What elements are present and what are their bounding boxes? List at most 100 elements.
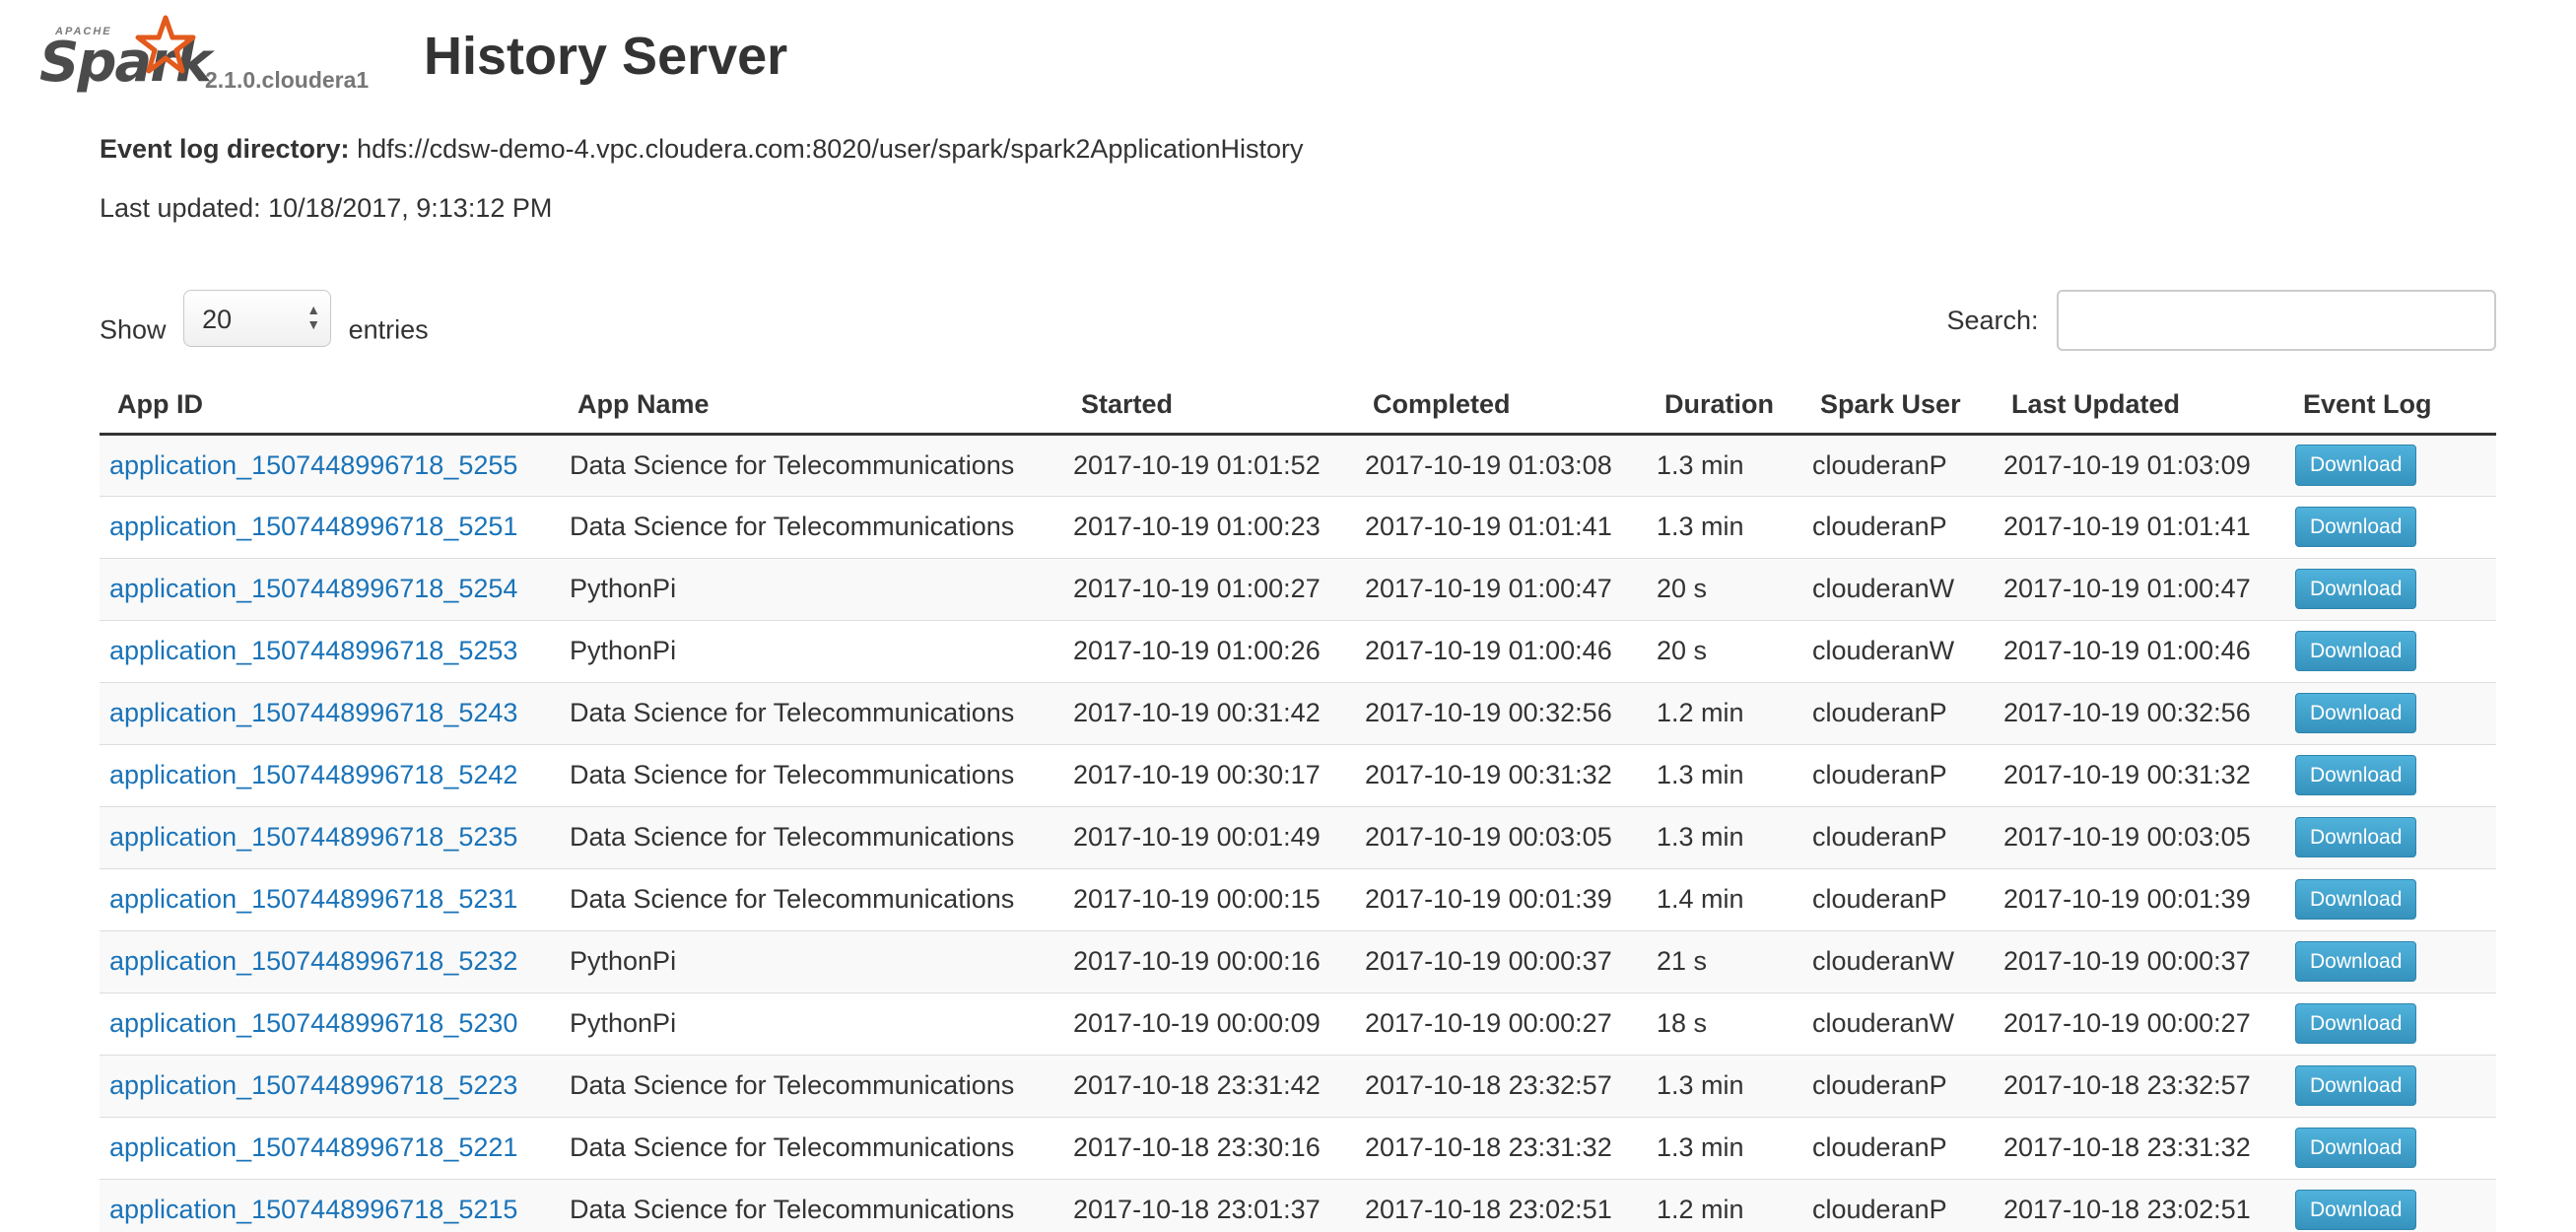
app-id-link[interactable]: application_1507448996718_5215	[109, 1195, 517, 1224]
column-header-event-log[interactable]: Event Log	[2285, 376, 2496, 436]
search-input[interactable]	[2057, 290, 2496, 351]
started-cell: 2017-10-19 00:00:16	[1063, 929, 1355, 992]
started-cell: 2017-10-19 00:00:15	[1063, 867, 1355, 930]
table-row: application_1507448996718_5242 Data Scien…	[100, 743, 2496, 806]
spark-user-cell: clouderanW	[1802, 619, 1994, 682]
download-button[interactable]: Download	[2295, 506, 2417, 548]
table-row: application_1507448996718_5255 Data Scien…	[100, 433, 2496, 496]
download-button[interactable]: Download	[2295, 878, 2417, 921]
download-button[interactable]: Download	[2295, 1127, 2417, 1169]
table-row: application_1507448996718_5223 Data Scien…	[100, 1054, 2496, 1117]
spark-logo[interactable]: APACHE Spark	[39, 14, 212, 103]
history-server-page: APACHE Spark 2.1.0.cloudera1 History Ser…	[0, 0, 2576, 1232]
spark-user-cell: clouderanP	[1802, 1054, 1994, 1117]
app-id-cell: application_1507448996718_5242	[100, 743, 560, 806]
event-log-directory: Event log directory: hdfs://cdsw-demo-4.…	[100, 134, 1304, 165]
duration-cell: 1.3 min	[1647, 495, 1802, 558]
app-id-link[interactable]: application_1507448996718_5255	[109, 450, 517, 480]
app-id-cell: application_1507448996718_5223	[100, 1054, 560, 1117]
column-header-last-updated[interactable]: Last Updated	[1994, 376, 2285, 436]
column-header-app-id[interactable]: App ID	[100, 376, 560, 436]
app-id-link[interactable]: application_1507448996718_5232	[109, 946, 517, 976]
header: APACHE Spark 2.1.0.cloudera1 History Ser…	[39, 14, 2503, 103]
last-updated-cell: 2017-10-18 23:02:51	[1994, 1178, 2285, 1232]
page-size-value: 20	[202, 305, 233, 334]
event-log-value: hdfs://cdsw-demo-4.vpc.cloudera.com:8020…	[357, 134, 1304, 164]
table-row: application_1507448996718_5254 PythonPi 20…	[100, 557, 2496, 620]
app-id-link[interactable]: application_1507448996718_5230	[109, 1008, 517, 1038]
column-header-completed[interactable]: Completed	[1355, 376, 1647, 436]
download-button[interactable]: Download	[2295, 568, 2417, 610]
app-id-link[interactable]: application_1507448996718_5221	[109, 1132, 517, 1162]
column-header-started[interactable]: Started	[1063, 376, 1355, 436]
download-button[interactable]: Download	[2295, 1190, 2417, 1231]
search-control: Search:	[1946, 290, 2496, 353]
app-id-cell: application_1507448996718_5243	[100, 681, 560, 744]
app-id-cell: application_1507448996718_5230	[100, 992, 560, 1055]
event-log-cell: Download	[2285, 1178, 2496, 1232]
spark-user-cell: clouderanP	[1802, 743, 1994, 806]
event-log-cell: Download	[2285, 992, 2496, 1055]
started-cell: 2017-10-19 00:01:49	[1063, 805, 1355, 868]
app-id-link[interactable]: application_1507448996718_5253	[109, 636, 517, 665]
app-id-link[interactable]: application_1507448996718_5223	[109, 1070, 517, 1100]
event-log-cell: Download	[2285, 557, 2496, 620]
download-button[interactable]: Download	[2295, 692, 2417, 734]
app-name-cell: Data Science for Telecommunications	[560, 1116, 1063, 1179]
app-id-cell: application_1507448996718_5232	[100, 929, 560, 992]
app-id-link[interactable]: application_1507448996718_5243	[109, 698, 517, 727]
completed-cell: 2017-10-19 01:00:47	[1355, 557, 1647, 620]
duration-cell: 1.3 min	[1647, 743, 1802, 806]
completed-cell: 2017-10-18 23:02:51	[1355, 1178, 1647, 1232]
spark-user-cell: clouderanP	[1802, 805, 1994, 868]
spark-user-cell: clouderanP	[1802, 495, 1994, 558]
column-header-duration[interactable]: Duration	[1647, 376, 1802, 436]
started-cell: 2017-10-19 01:00:26	[1063, 619, 1355, 682]
duration-cell: 20 s	[1647, 619, 1802, 682]
spark-star-icon	[135, 15, 196, 74]
completed-cell: 2017-10-19 01:03:08	[1355, 433, 1647, 496]
download-button[interactable]: Download	[2295, 1064, 2417, 1107]
spark-user-cell: clouderanP	[1802, 433, 1994, 496]
download-button[interactable]: Download	[2295, 1002, 2417, 1045]
app-id-cell: application_1507448996718_5253	[100, 619, 560, 682]
app-id-link[interactable]: application_1507448996718_5242	[109, 760, 517, 789]
event-log-cell: Download	[2285, 1116, 2496, 1179]
last-updated-cell: 2017-10-19 00:00:27	[1994, 992, 2285, 1055]
column-header-app-name[interactable]: App Name	[560, 376, 1063, 436]
entries-length-control: Show 20 ▲ ▼ entries	[100, 290, 429, 359]
column-header-spark-user[interactable]: Spark User	[1802, 376, 1994, 436]
completed-cell: 2017-10-19 00:03:05	[1355, 805, 1647, 868]
download-button[interactable]: Download	[2295, 630, 2417, 672]
download-button[interactable]: Download	[2295, 754, 2417, 796]
completed-cell: 2017-10-19 01:01:41	[1355, 495, 1647, 558]
app-id-link[interactable]: application_1507448996718_5231	[109, 884, 517, 914]
spark-user-cell: clouderanW	[1802, 929, 1994, 992]
applications-table: App ID App Name Started Completed Durati…	[100, 376, 2496, 1232]
last-updated: Last updated: 10/18/2017, 9:13:12 PM	[100, 193, 553, 223]
app-id-link[interactable]: application_1507448996718_5251	[109, 512, 517, 541]
app-name-cell: Data Science for Telecommunications	[560, 495, 1063, 558]
page-size-select[interactable]: 20 ▲ ▼	[183, 290, 332, 347]
table-row: application_1507448996718_5231 Data Scien…	[100, 867, 2496, 930]
completed-cell: 2017-10-19 00:31:32	[1355, 743, 1647, 806]
last-updated-cell: 2017-10-19 01:00:46	[1994, 619, 2285, 682]
duration-cell: 21 s	[1647, 929, 1802, 992]
app-id-cell: application_1507448996718_5235	[100, 805, 560, 868]
last-updated-cell: 2017-10-19 01:00:47	[1994, 557, 2285, 620]
download-button[interactable]: Download	[2295, 940, 2417, 983]
app-id-cell: application_1507448996718_5221	[100, 1116, 560, 1179]
duration-cell: 1.3 min	[1647, 805, 1802, 868]
app-id-link[interactable]: application_1507448996718_5235	[109, 822, 517, 852]
app-id-link[interactable]: application_1507448996718_5254	[109, 574, 517, 603]
started-cell: 2017-10-19 01:00:27	[1063, 557, 1355, 620]
event-log-label: Event log directory:	[100, 134, 350, 164]
download-button[interactable]: Download	[2295, 816, 2417, 858]
download-button[interactable]: Download	[2295, 445, 2417, 486]
app-name-cell: Data Science for Telecommunications	[560, 805, 1063, 868]
spark-user-cell: clouderanW	[1802, 992, 1994, 1055]
spark-version: 2.1.0.cloudera1	[205, 67, 370, 93]
last-updated-cell: 2017-10-18 23:32:57	[1994, 1054, 2285, 1117]
table-row: application_1507448996718_5251 Data Scien…	[100, 495, 2496, 558]
app-id-cell: application_1507448996718_5254	[100, 557, 560, 620]
